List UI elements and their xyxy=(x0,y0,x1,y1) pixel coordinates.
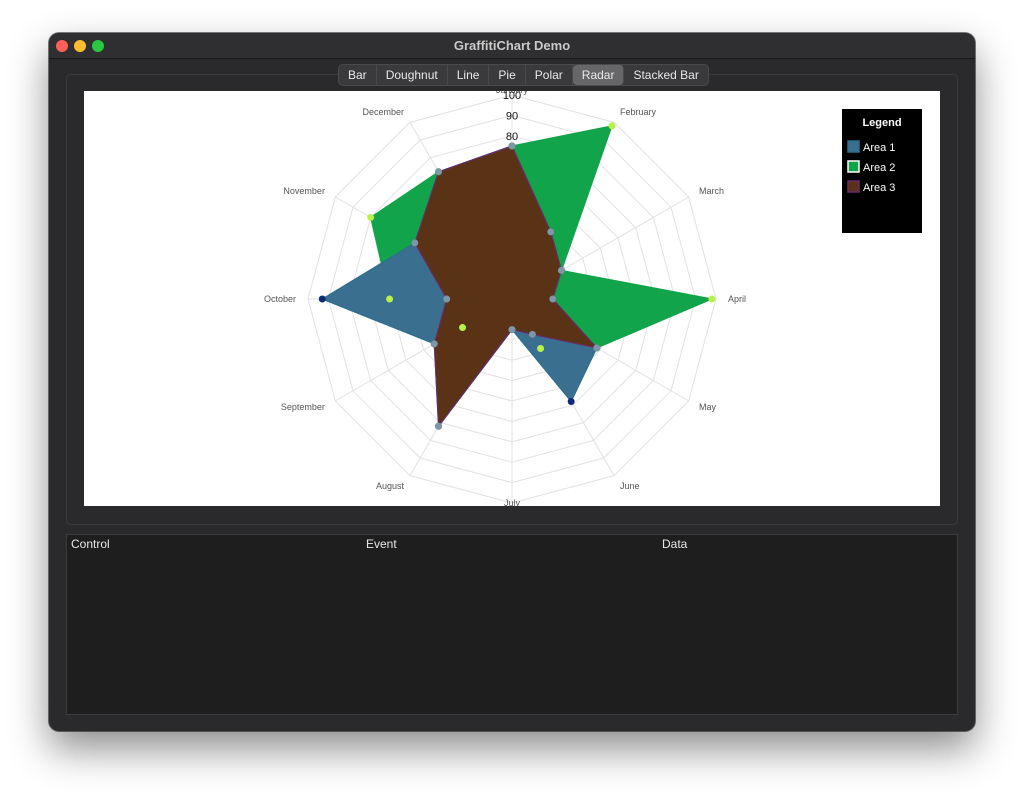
tab-line[interactable]: Line xyxy=(448,65,490,85)
data-point-area-3 xyxy=(547,228,555,236)
category-label: July xyxy=(504,498,521,506)
tab-doughnut[interactable]: Doughnut xyxy=(377,65,448,85)
category-label: January xyxy=(496,91,529,95)
legend-title: Legend xyxy=(862,117,901,129)
app-window: GraffitiChart Demo Bar Doughnut Line Pie… xyxy=(49,33,975,731)
chart-type-tabs: Bar Doughnut Line Pie Polar Radar Stacke… xyxy=(338,64,709,86)
category-label: May xyxy=(699,402,717,412)
data-point-area-3 xyxy=(549,295,557,303)
data-point-area-3 xyxy=(508,142,516,150)
data-point-area-2 xyxy=(367,213,375,221)
category-label: October xyxy=(264,294,296,304)
tab-radar[interactable]: Radar xyxy=(572,65,625,85)
data-point-area-3 xyxy=(528,330,536,338)
category-label: December xyxy=(362,107,404,117)
data-point-area-2 xyxy=(608,122,616,130)
legend-label: Area 1 xyxy=(863,142,895,154)
title-bar: GraffitiChart Demo xyxy=(49,33,975,59)
column-header-event: Event xyxy=(366,537,397,551)
category-label: April xyxy=(728,294,746,304)
category-label: September xyxy=(281,402,325,412)
radial-tick-label: 80 xyxy=(506,131,518,143)
radial-tick-label: 90 xyxy=(506,110,518,122)
data-point-area-3 xyxy=(435,168,443,176)
legend-swatch xyxy=(847,160,860,173)
tab-bar[interactable]: Bar xyxy=(339,65,377,85)
tab-pie[interactable]: Pie xyxy=(489,65,526,85)
data-point-area-3 xyxy=(508,326,516,334)
data-point-area-1 xyxy=(567,397,575,405)
category-label: March xyxy=(699,186,724,196)
category-label: February xyxy=(620,107,657,117)
data-point-area-2 xyxy=(708,295,716,303)
radar-chart: 1009080JanuaryFebruaryMarchAprilMayJuneJ… xyxy=(264,91,922,506)
legend-label: Area 2 xyxy=(863,162,895,174)
category-label: November xyxy=(283,186,325,196)
legend-label: Area 3 xyxy=(863,182,895,194)
data-point-area-2 xyxy=(386,295,394,303)
data-point-area-3 xyxy=(557,266,565,274)
data-point-area-3 xyxy=(430,340,438,348)
category-label: June xyxy=(620,481,640,491)
legend-swatch xyxy=(847,180,860,193)
data-point-area-2 xyxy=(459,324,467,332)
event-log-table[interactable]: Control Event Data xyxy=(66,534,958,715)
column-header-control: Control xyxy=(71,537,110,551)
category-label: August xyxy=(376,481,405,491)
data-point-area-3 xyxy=(593,344,601,352)
radar-chart-canvas: 1009080JanuaryFebruaryMarchAprilMayJuneJ… xyxy=(84,91,940,506)
data-point-area-3 xyxy=(443,295,451,303)
data-point-area-3 xyxy=(435,422,443,430)
data-point-area-1 xyxy=(318,295,326,303)
column-header-data: Data xyxy=(662,537,688,551)
data-point-area-3 xyxy=(411,239,419,247)
tab-polar[interactable]: Polar xyxy=(526,65,573,85)
data-point-area-2 xyxy=(537,344,545,352)
tab-stacked-bar[interactable]: Stacked Bar xyxy=(624,65,707,85)
legend-swatch xyxy=(847,140,860,153)
window-title: GraffitiChart Demo xyxy=(453,38,571,53)
